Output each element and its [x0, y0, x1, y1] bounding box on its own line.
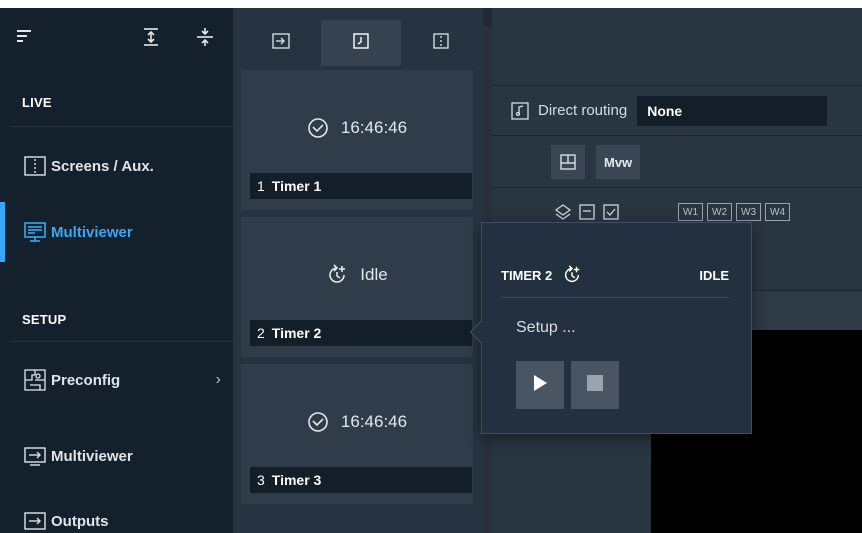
popup-divider: [501, 297, 729, 298]
section-live: LIVE: [22, 95, 52, 110]
tab-inputs[interactable]: [241, 20, 321, 66]
timer-name: Timer 2: [271, 325, 322, 341]
split-vertical-icon[interactable]: [194, 26, 216, 48]
sidebar-item-preconfig[interactable]: Preconfig ›: [8, 351, 233, 409]
sidebar-item-screens-aux[interactable]: Screens / Aux.: [8, 137, 233, 195]
sidebar-item-label: Multiviewer: [51, 447, 133, 465]
window-w4[interactable]: W4: [765, 203, 790, 221]
window-w2[interactable]: W2: [707, 203, 732, 221]
timer-name: Timer 3: [271, 472, 322, 488]
timer-status-text: 16:46:46: [340, 118, 408, 137]
direct-routing-label: Direct routing: [538, 102, 628, 119]
popup-setup-link[interactable]: Setup ...: [516, 319, 576, 337]
active-indicator: [0, 202, 5, 262]
timer-card-1[interactable]: 16:46:46 1 Timer 1: [241, 70, 473, 210]
timer-label: 1 Timer 1: [250, 173, 472, 199]
timer-label: 2 Timer 2: [250, 320, 472, 346]
section-setup: SETUP: [22, 312, 67, 327]
sidebar-item-outputs[interactable]: Outputs: [8, 492, 233, 533]
timer-label: 3 Timer 3: [250, 467, 472, 493]
mvw-button[interactable]: Mvw: [596, 145, 641, 179]
tab-timers[interactable]: [321, 20, 401, 66]
popup-title: TIMER 2: [501, 267, 553, 283]
layout-tab-icon: [433, 32, 449, 54]
sidebar-item-multiviewer-setup[interactable]: Multiviewer: [8, 427, 233, 485]
popup-header: TIMER 2 IDLE: [501, 265, 729, 285]
sidebar-item-label: Preconfig: [51, 371, 121, 389]
clock-icon: [307, 411, 329, 433]
multiviewer-setup-icon: [24, 445, 46, 467]
layout-button[interactable]: [551, 145, 585, 179]
divider: [10, 341, 233, 342]
sidebar-item-multiviewer-live[interactable]: Multiviewer: [8, 203, 233, 261]
timer-number: 3: [257, 472, 265, 488]
timer-reset-icon: [326, 264, 348, 286]
timer-status-text: Idle: [360, 265, 388, 284]
timer-status: 16:46:46: [241, 411, 473, 433]
timer-card-2[interactable]: Idle 2 Timer 2: [241, 217, 473, 357]
menu-icon[interactable]: [14, 26, 36, 48]
timers-panel: 16:46:46 1 Timer 1 Idle 2 Timer 2 16:46:…: [233, 8, 483, 533]
sidebar-item-label: Multiviewer: [51, 223, 133, 241]
screens-icon: [24, 155, 46, 177]
mvw-row: Mvw: [492, 136, 862, 188]
timer-reset-icon: [562, 265, 582, 285]
tab-layouts[interactable]: [401, 20, 481, 66]
chevron-right-icon: ›: [215, 371, 221, 388]
stop-icon: [586, 374, 604, 397]
outputs-icon: [24, 510, 46, 532]
timer-status-text: 16:46:46: [340, 412, 408, 431]
timer-status: Idle: [241, 264, 473, 286]
divider: [10, 126, 233, 127]
input-tab-icon: [272, 32, 290, 54]
timer-number: 2: [257, 325, 265, 341]
direct-routing-row: Direct routing None: [492, 86, 862, 136]
timer-card-3[interactable]: 16:46:46 3 Timer 3: [241, 364, 473, 504]
panel-tabs: [241, 20, 478, 66]
sidebar-item-label: Screens / Aux.: [51, 157, 154, 175]
main-header: [492, 8, 862, 86]
popup-state: IDLE: [699, 267, 729, 283]
timer-number: 1: [257, 178, 265, 194]
window-w1[interactable]: W1: [678, 203, 703, 221]
timer-status: 16:46:46: [241, 117, 473, 139]
multiviewer-monitor-icon: [24, 221, 46, 243]
timer-popup: TIMER 2 IDLE Setup ...: [469, 222, 752, 434]
direct-routing-select[interactable]: None: [637, 95, 828, 126]
audio-icon: [511, 101, 529, 120]
app-window: LIVE Screens / Aux. Multiviewer SETUP Pr…: [0, 8, 862, 533]
timer-name: Timer 1: [271, 178, 322, 194]
sidebar-toolbar: [0, 8, 233, 78]
play-button[interactable]: [516, 361, 564, 409]
timer-tab-icon: [353, 32, 369, 54]
window-w3[interactable]: W3: [736, 203, 761, 221]
preconfig-icon: [24, 369, 46, 391]
stop-button[interactable]: [571, 361, 619, 409]
expand-vertical-icon[interactable]: [140, 26, 162, 48]
sidebar: LIVE Screens / Aux. Multiviewer SETUP Pr…: [0, 8, 233, 533]
clock-icon: [307, 117, 329, 139]
play-icon: [532, 374, 548, 397]
sidebar-item-label: Outputs: [51, 512, 109, 530]
